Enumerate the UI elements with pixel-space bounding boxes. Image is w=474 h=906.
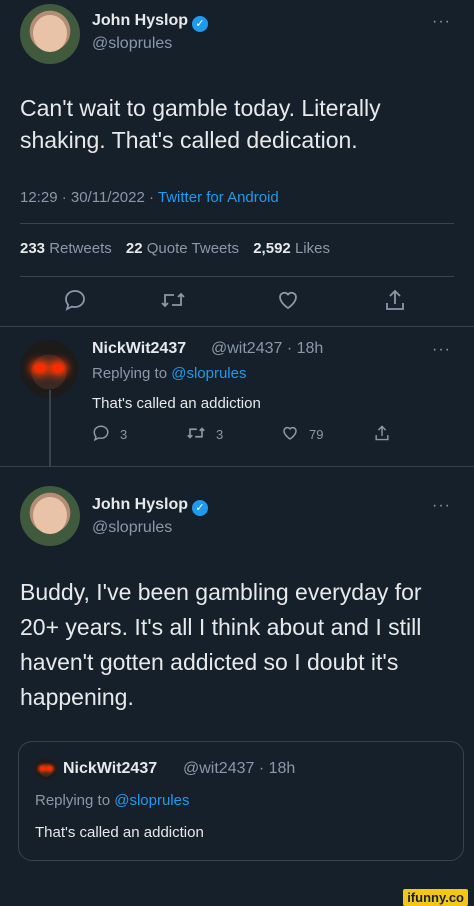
second-author-handle[interactable]: @sloprules	[92, 519, 172, 537]
tweet-timestamp[interactable]: 12:29 · 30/11/2022 ·	[20, 189, 158, 206]
more-options-icon[interactable]: ···	[432, 13, 451, 31]
reply-reply-count: 3	[120, 427, 128, 442]
reply-author-handle[interactable]: @wit2437 · 18h	[211, 340, 323, 358]
verified-badge-icon: ✓	[192, 500, 209, 516]
second-more-options-icon[interactable]: ···	[432, 497, 451, 515]
reply-more-options-icon[interactable]: ···	[432, 341, 451, 359]
reply-like-icon[interactable]	[281, 424, 299, 442]
screenshot: John Hyslop ✓ @sloprules ··· Can't wait t…	[0, 0, 474, 906]
tweet-stats: 233 Retweets 22 Quote Tweets 2,592 Likes	[20, 240, 330, 257]
author-handle[interactable]: @sloprules	[92, 35, 172, 53]
likes-stat[interactable]: 2,592 Likes	[253, 240, 330, 257]
tweet-text: Can't wait to gamble today. Literally sh…	[20, 95, 381, 153]
divider	[0, 326, 474, 327]
quoted-text: That's called an addiction	[35, 824, 204, 841]
tweet-metadata: 12:29 · 30/11/2022 · Twitter for Android	[20, 189, 279, 206]
divider	[20, 223, 454, 224]
john-hyslop-avatar[interactable]	[20, 4, 80, 64]
reply-retweet-count: 3	[216, 427, 224, 442]
second-author-name[interactable]: John Hyslop ✓	[92, 496, 209, 516]
quoted-replying-to: Replying to @sloprules	[35, 792, 190, 809]
like-icon[interactable]	[276, 288, 300, 312]
verified-badge-icon: ✓	[192, 16, 209, 32]
divider	[20, 276, 454, 277]
replying-to: Replying to @sloprules	[92, 365, 247, 382]
reply-share-icon[interactable]	[374, 424, 390, 442]
reply-icon[interactable]	[63, 288, 87, 312]
divider	[0, 466, 474, 467]
reply-reply-icon[interactable]	[92, 424, 110, 442]
share-icon[interactable]	[384, 288, 406, 312]
quoted-author-name: NickWit2437	[63, 760, 158, 777]
john-hyslop-avatar-2[interactable]	[20, 486, 80, 546]
reply-author-name[interactable]: NickWit2437	[92, 340, 186, 358]
reply-like-count: 79	[309, 427, 324, 442]
author-name[interactable]: John Hyslop ✓	[92, 12, 209, 32]
reply-text: That's called an addiction	[92, 395, 261, 412]
retweet-icon[interactable]	[160, 288, 186, 312]
thread-line	[49, 390, 51, 466]
quoted-avatar	[35, 758, 57, 780]
quoted-tweet-card[interactable]: NickWit2437 @wit2437 · 18h Replying to @…	[18, 741, 464, 861]
replying-to-mention[interactable]: @sloprules	[171, 365, 246, 382]
retweets-stat[interactable]: 233 Retweets	[20, 240, 112, 257]
quoted-author-handle: @wit2437 · 18h	[183, 760, 296, 777]
second-tweet-text: Buddy, I've been gambling everyday for 2…	[20, 579, 422, 710]
watermark: ifunny.co	[403, 889, 468, 906]
tweet-source-link[interactable]: Twitter for Android	[158, 189, 279, 206]
reply-retweet-icon[interactable]	[186, 424, 206, 442]
quote-tweets-stat[interactable]: 22 Quote Tweets	[126, 240, 239, 257]
